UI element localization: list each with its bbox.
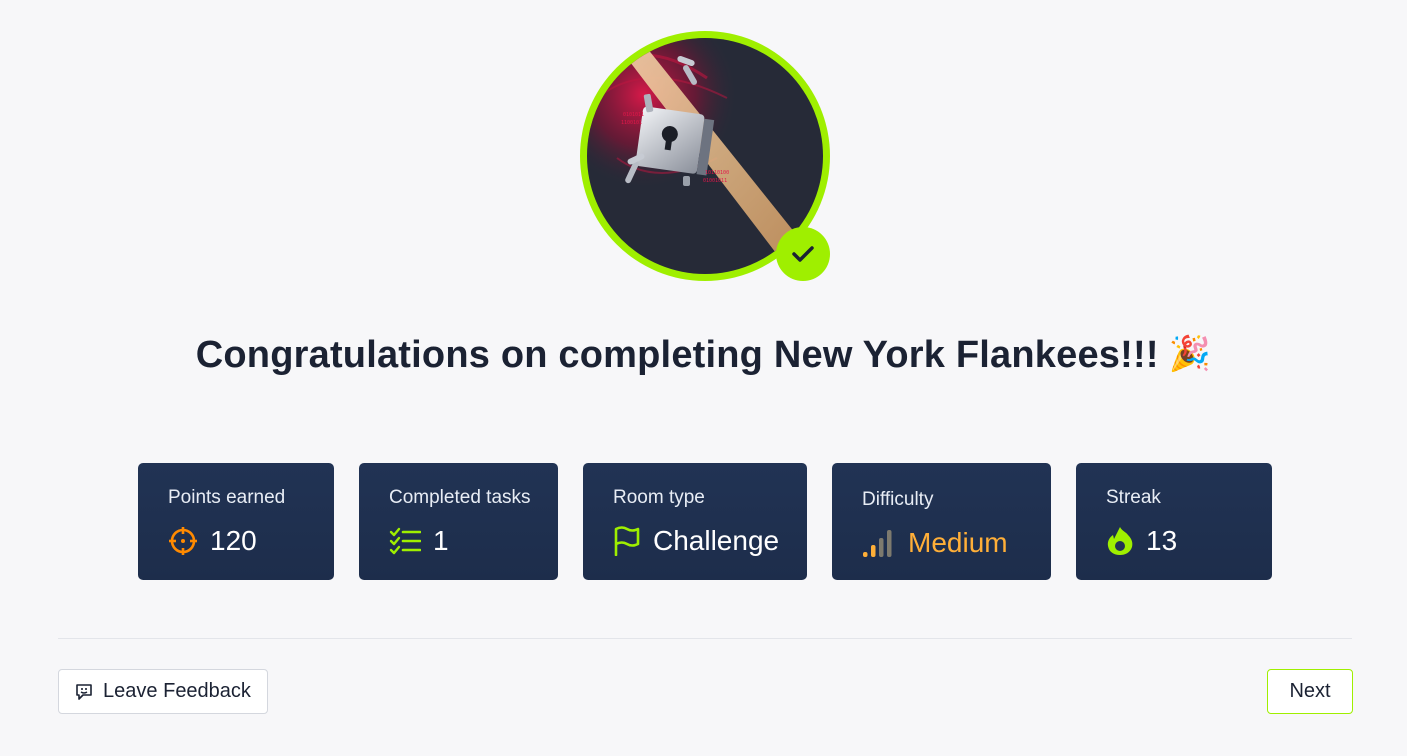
leave-feedback-label: Leave Feedback [103,680,251,702]
title-text: Congratulations on completing New York F… [195,334,1159,376]
streak-value: 13 [1146,525,1178,556]
room-type-label: Room type [613,487,705,508]
difficulty-value-row: Medium [862,527,1008,559]
flame-icon [1106,526,1134,556]
crosshair-icon [168,526,198,556]
svg-text:0101011: 0101011 [623,112,644,118]
room-type-value: Challenge [653,525,780,556]
points-label: Points earned [168,487,286,508]
stat-card-difficulty: Difficulty Medium [832,463,1051,580]
next-button[interactable]: Next [1267,669,1353,714]
points-value-row: 120 [168,525,257,557]
flag-icon [613,526,641,556]
room-complete-page: 0101011 1100101 10110100 01001011 Congra… [0,0,1407,756]
svg-text:01001011: 01001011 [703,178,727,184]
tasks-value-row: 1 [389,525,449,557]
stat-card-tasks: Completed tasks 1 [359,463,558,580]
stat-card-room-type: Room type Challenge [583,463,807,580]
leave-feedback-button[interactable]: Leave Feedback [58,669,268,714]
streak-value-row: 13 [1106,525,1177,557]
divider [58,638,1352,639]
next-label: Next [1289,680,1331,702]
stat-card-points: Points earned 120 [138,463,334,580]
checklist-icon [389,527,421,555]
difficulty-label: Difficulty [862,489,934,510]
page-title: Congratulations on completing New York F… [0,334,1407,377]
stat-card-streak: Streak 13 [1076,463,1272,580]
difficulty-value: Medium [908,527,1008,558]
tasks-label: Completed tasks [389,487,531,508]
points-value: 120 [210,525,257,556]
room-type-value-row: Challenge [613,525,779,557]
completed-check-icon [776,227,830,281]
svg-text:1100101: 1100101 [621,120,642,126]
streak-label: Streak [1106,487,1161,508]
feedback-icon [75,683,93,701]
tasks-value: 1 [433,525,449,556]
room-badge: 0101011 1100101 10110100 01001011 [580,31,830,281]
signal-bars-icon [862,528,896,558]
party-popper-icon: 🎉 [1168,335,1212,373]
svg-text:10110100: 10110100 [705,170,729,176]
